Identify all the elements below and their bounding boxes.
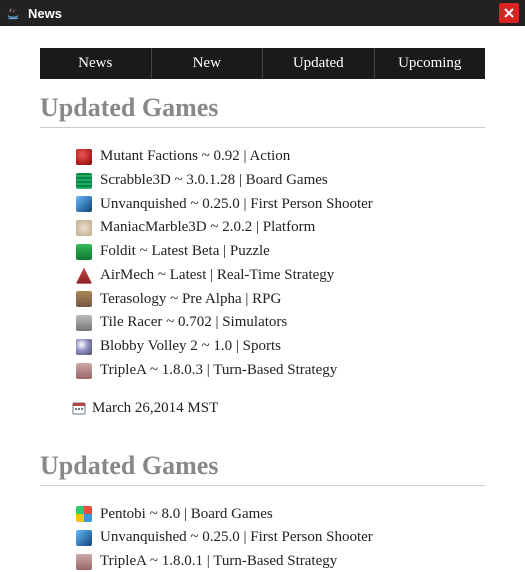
game-icon [76, 530, 92, 546]
game-label: Pentobi ~ 8.0 | Board Games [100, 504, 273, 526]
game-icon [76, 244, 92, 260]
game-row[interactable]: Tile Racer ~ 0.702 | Simulators [76, 312, 485, 334]
section-title: Updated Games [40, 93, 485, 128]
game-label: TripleA ~ 1.8.0.1 | Turn-Based Strategy [100, 551, 337, 572]
game-label: Blobby Volley 2 ~ 1.0 | Sports [100, 336, 281, 358]
game-icon [76, 506, 92, 522]
app-icon [6, 6, 20, 20]
game-label: Terasology ~ Pre Alpha | RPG [100, 289, 281, 311]
game-icon [76, 315, 92, 331]
game-label: Scrabble3D ~ 3.0.1.28 | Board Games [100, 170, 328, 192]
tab-new[interactable]: New [152, 48, 264, 79]
game-row[interactable]: Scrabble3D ~ 3.0.1.28 | Board Games [76, 170, 485, 192]
date-text: March 26,2014 MST [92, 400, 218, 417]
game-row[interactable]: Unvanquished ~ 0.25.0 | First Person Sho… [76, 194, 485, 216]
game-row[interactable]: Mutant Factions ~ 0.92 | Action [76, 146, 485, 168]
game-row[interactable]: TripleA ~ 1.8.0.3 | Turn-Based Strategy [76, 360, 485, 382]
content-viewport: News New Updated Upcoming Updated Games … [0, 26, 525, 572]
scroll-area[interactable]: News New Updated Upcoming Updated Games … [0, 26, 525, 572]
game-icon [76, 196, 92, 212]
game-row[interactable]: TripleA ~ 1.8.0.1 | Turn-Based Strategy [76, 551, 485, 572]
calendar-icon [72, 401, 86, 415]
section: Updated Games Pentobi ~ 8.0 | Board Game… [40, 451, 485, 572]
game-label: Mutant Factions ~ 0.92 | Action [100, 146, 290, 168]
game-icon [76, 363, 92, 379]
game-row[interactable]: AirMech ~ Latest | Real-Time Strategy [76, 265, 485, 287]
game-label: TripleA ~ 1.8.0.3 | Turn-Based Strategy [100, 360, 337, 382]
window-titlebar: News [0, 0, 525, 26]
game-icon [76, 291, 92, 307]
game-row[interactable]: Pentobi ~ 8.0 | Board Games [76, 504, 485, 526]
game-row[interactable]: Blobby Volley 2 ~ 1.0 | Sports [76, 336, 485, 358]
section-title: Updated Games [40, 451, 485, 486]
tab-bar: News New Updated Upcoming [40, 48, 485, 79]
game-label: Unvanquished ~ 0.25.0 | First Person Sho… [100, 194, 373, 216]
close-button[interactable] [499, 3, 519, 23]
game-label: AirMech ~ Latest | Real-Time Strategy [100, 265, 334, 287]
game-list: Mutant Factions ~ 0.92 | ActionScrabble3… [40, 146, 485, 382]
game-icon [76, 554, 92, 570]
window-title: News [28, 6, 499, 21]
game-icon [76, 268, 92, 284]
date-row: March 26,2014 MST [40, 400, 485, 417]
game-icon [76, 149, 92, 165]
game-label: ManiacMarble3D ~ 2.0.2 | Platform [100, 217, 315, 239]
tab-updated[interactable]: Updated [263, 48, 375, 79]
game-icon [76, 173, 92, 189]
game-row[interactable]: Unvanquished ~ 0.25.0 | First Person Sho… [76, 527, 485, 549]
game-row[interactable]: Terasology ~ Pre Alpha | RPG [76, 289, 485, 311]
game-icon [76, 220, 92, 236]
tab-news[interactable]: News [40, 48, 152, 79]
game-row[interactable]: Foldit ~ Latest Beta | Puzzle [76, 241, 485, 263]
tab-upcoming[interactable]: Upcoming [375, 48, 486, 79]
game-icon [76, 339, 92, 355]
game-row[interactable]: ManiacMarble3D ~ 2.0.2 | Platform [76, 217, 485, 239]
section: Updated Games Mutant Factions ~ 0.92 | A… [40, 93, 485, 417]
game-label: Tile Racer ~ 0.702 | Simulators [100, 312, 287, 334]
game-label: Foldit ~ Latest Beta | Puzzle [100, 241, 270, 263]
game-list: Pentobi ~ 8.0 | Board GamesUnvanquished … [40, 504, 485, 572]
game-label: Unvanquished ~ 0.25.0 | First Person Sho… [100, 527, 373, 549]
